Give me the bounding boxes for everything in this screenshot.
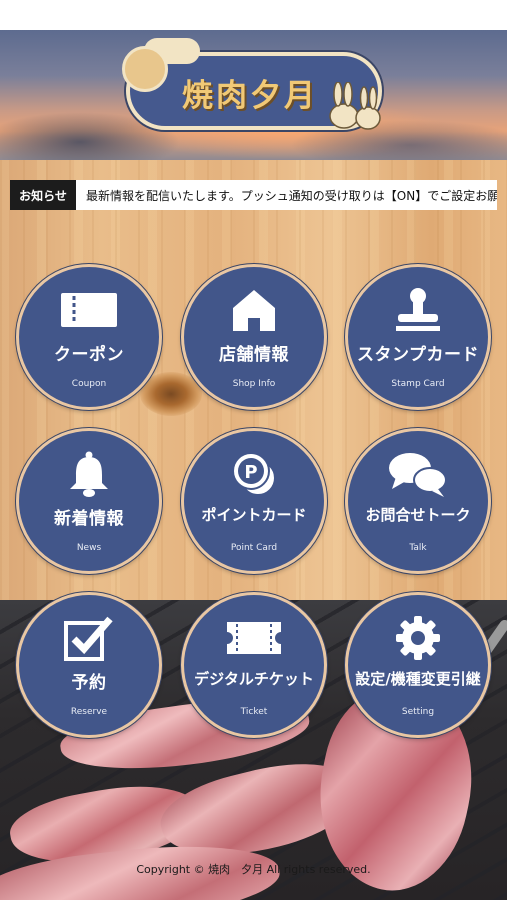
news-label: 新着情報 — [54, 509, 124, 529]
point-card-button[interactable]: P ポイントカード Point Card — [181, 428, 327, 574]
talk-label: お問合せトーク — [365, 506, 471, 524]
copyright: Copyright © 焼肉 夕月 All rights reserved. — [136, 863, 371, 876]
checkbox-icon — [19, 615, 159, 661]
ticket-icon — [19, 287, 159, 333]
status-strip — [0, 0, 507, 30]
rabbit-icon — [329, 82, 381, 130]
gear-icon — [348, 615, 488, 661]
point-coin-icon: P — [184, 451, 324, 497]
stamp-card-sublabel: Stamp Card — [391, 379, 445, 389]
news-sublabel: News — [76, 543, 102, 553]
bell-icon — [19, 451, 159, 497]
shop-logo: 焼肉夕月 — [122, 38, 382, 130]
setting-sublabel: Setting — [401, 707, 435, 717]
setting-button[interactable]: 設定/機種変更引継 Setting — [345, 592, 491, 738]
svg-text:P: P — [244, 462, 257, 483]
reserve-label: 予約 — [71, 673, 107, 693]
stamp-icon — [348, 287, 488, 333]
shop-info-sublabel: Shop Info — [232, 379, 276, 389]
coupon-sublabel: Coupon — [71, 379, 107, 389]
point-card-label: ポイントカード — [201, 506, 307, 524]
logo-text: 焼肉夕月 — [182, 78, 318, 114]
stamp-card-button[interactable]: スタンプカード Stamp Card — [345, 264, 491, 410]
house-icon — [184, 287, 324, 333]
coupon-label: クーポン — [54, 345, 124, 365]
ticket-button[interactable]: デジタルチケット Ticket — [181, 592, 327, 738]
coupon-button[interactable]: クーポン Coupon — [16, 264, 162, 410]
news-text[interactable]: 最新情報を配信いたします。プッシュ通知の受け取りは【ON】でご設定お願い — [76, 180, 497, 210]
shop-info-label: 店舗情報 — [219, 345, 289, 365]
shop-info-button[interactable]: 店舗情報 Shop Info — [181, 264, 327, 410]
stamp-card-label: スタンプカード — [357, 345, 479, 365]
ticket-sublabel: Ticket — [240, 707, 268, 717]
talk-button[interactable]: お問合せトーク Talk — [345, 428, 491, 574]
news-button[interactable]: 新着情報 News — [16, 428, 162, 574]
logo-moon-icon — [122, 46, 168, 92]
point-card-sublabel: Point Card — [230, 543, 278, 553]
news-ticker[interactable]: お知らせ 最新情報を配信いたします。プッシュ通知の受け取りは【ON】でご設定お願… — [10, 180, 497, 210]
setting-label: 設定/機種変更引継 — [355, 670, 481, 688]
app-screen: 焼肉夕月 お知らせ 最新情報を配信いたします。プッシュ通知の受け取りは【ON】で… — [0, 0, 507, 900]
news-label: お知らせ — [10, 180, 76, 210]
talk-sublabel: Talk — [409, 543, 427, 553]
chat-bubbles-icon — [348, 451, 488, 497]
digital-ticket-icon — [184, 615, 324, 661]
ticket-label: デジタルチケット — [194, 670, 314, 688]
reserve-button[interactable]: 予約 Reserve — [16, 592, 162, 738]
reserve-sublabel: Reserve — [70, 707, 108, 717]
